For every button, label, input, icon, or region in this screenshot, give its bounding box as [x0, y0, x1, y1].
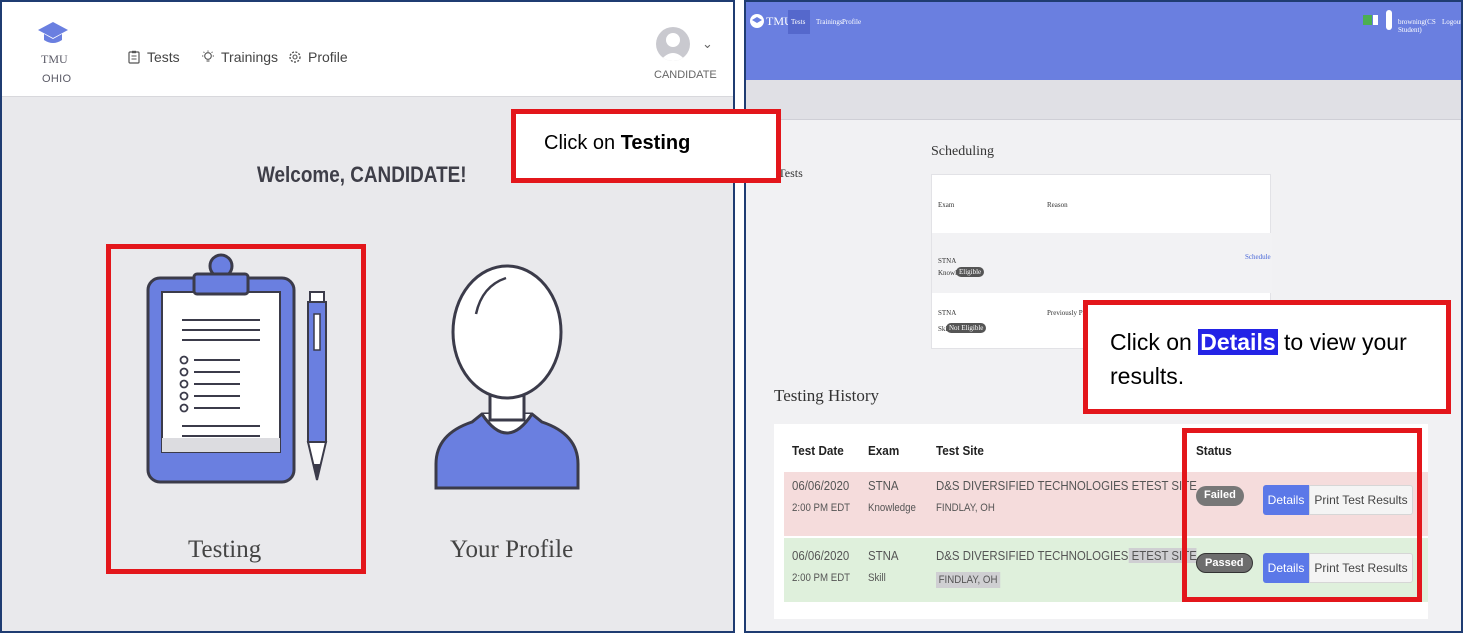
exam-type: Skill — [868, 572, 886, 584]
nav-tests-active[interactable]: Tests — [788, 10, 810, 34]
col-exam-header: Exam — [938, 201, 955, 209]
graduation-cap-icon[interactable] — [38, 22, 68, 46]
testing-history-title: Testing History — [774, 386, 880, 405]
nav-profile[interactable]: Profile — [288, 49, 348, 65]
top-navbar: TMU Tests Trainings Profile browning(CS … — [746, 2, 1461, 80]
nav-tests[interactable]: Tests — [127, 49, 180, 65]
test-site: D&S DIVERSIFIED TECHNOLOGIES ETEST SITE — [936, 548, 1197, 563]
clipboard-icon — [128, 50, 140, 64]
col-test-site: Test Site — [936, 443, 984, 458]
user-name-label: CANDIDATE — [654, 69, 717, 81]
exam-name: STNA — [938, 257, 957, 265]
callout-bold: Testing — [620, 132, 691, 154]
nav-profile[interactable]: Profile — [842, 18, 861, 26]
gear-icon — [289, 51, 301, 63]
logo-text[interactable]: TMU — [41, 52, 68, 67]
col-exam: Exam — [868, 443, 900, 458]
test-city: FINDLAY, OH — [936, 502, 995, 514]
person-icon — [660, 33, 686, 61]
callout-text: Click on — [544, 132, 621, 154]
graduation-cap-icon[interactable] — [750, 14, 764, 28]
nav-trainings-label: Trainings — [221, 49, 279, 65]
chevron-down-icon[interactable]: ⌄ — [702, 36, 713, 52]
flag-icon-stripe — [1373, 15, 1378, 25]
logout-link[interactable]: Logout — [1442, 18, 1461, 26]
nav-tests-label: Tests — [147, 49, 180, 65]
page-header: Your Tests — [746, 80, 1461, 180]
nav-trainings[interactable]: Trainings — [816, 18, 843, 26]
schedule-link[interactable]: Schedule — [1245, 253, 1271, 261]
test-time: 2:00 PM EDT — [792, 502, 851, 514]
status-badge: Eligible — [956, 267, 985, 277]
col-reason-header: Reason — [1047, 201, 1068, 209]
callout-highlight: Details — [1198, 329, 1278, 355]
col-test-date: Test Date — [792, 443, 844, 458]
callout-text: Click on — [1110, 329, 1199, 355]
details-callout: Click on Details to view your results. — [1083, 300, 1451, 414]
profile-tile[interactable] — [432, 264, 582, 492]
exam-name: STNA — [868, 478, 899, 493]
top-navbar: TMU OHIO Tests Trainings Profile ⌄ CANDI… — [2, 2, 733, 97]
lightbulb-icon — [202, 50, 214, 62]
exam-name: STNA — [938, 309, 957, 317]
scheduling-title: Scheduling — [931, 144, 994, 159]
exam-name: STNA — [868, 548, 899, 563]
table-row — [932, 233, 1272, 293]
flag-icon — [1363, 15, 1372, 25]
logo-subtext: OHIO — [42, 73, 72, 85]
nav-trainings[interactable]: Trainings — [201, 49, 278, 65]
status-badge: Not Eligible — [946, 323, 987, 333]
exam-type: Knowledge — [868, 502, 916, 514]
test-site-part: D&S DIVERSIFIED TECHNOLOGIES — [936, 548, 1129, 563]
nav-tests-label: Tests — [791, 18, 806, 26]
test-city: FINDLAY, OH — [936, 572, 1001, 588]
test-date: 06/06/2020 — [792, 478, 850, 493]
test-time: 2:00 PM EDT — [792, 572, 851, 584]
testing-highlight-box — [106, 244, 366, 574]
welcome-heading: Welcome, CANDIDATE! — [257, 162, 467, 187]
status-highlight-box — [1182, 428, 1422, 602]
person-icon — [434, 264, 580, 490]
testing-callout: Click on Testing — [511, 109, 781, 183]
test-date: 06/06/2020 — [792, 548, 850, 563]
user-avatar[interactable] — [656, 27, 690, 61]
profile-tile-label[interactable]: Your Profile — [450, 536, 573, 564]
avatar[interactable] — [1386, 10, 1392, 30]
nav-profile-label: Profile — [308, 49, 348, 65]
test-site: D&S DIVERSIFIED TECHNOLOGIES ETEST SITE — [936, 478, 1197, 493]
